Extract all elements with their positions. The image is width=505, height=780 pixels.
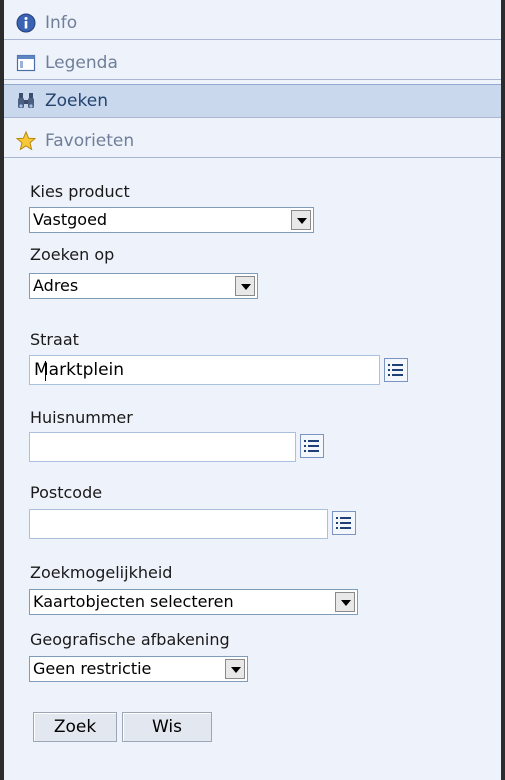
tab-zoeken[interactable]: Zoeken [4, 84, 501, 118]
housenumber-label: Huisnummer [30, 408, 133, 427]
product-label: Kies product [30, 182, 130, 201]
product-select[interactable]: Vastgoed [29, 207, 314, 233]
search-on-select-value: Adres [33, 276, 79, 295]
postcode-input[interactable] [29, 509, 328, 539]
street-input-value: Marktplein [34, 360, 125, 380]
clear-button[interactable]: Wis [122, 712, 212, 742]
geo-label: Geografische afbakening [30, 630, 230, 649]
search-button[interactable]: Zoek [33, 712, 117, 742]
postcode-list-button[interactable] [332, 511, 356, 535]
tab-info[interactable]: Info [4, 6, 501, 40]
search-option-select[interactable]: Kaartobjecten selecteren [29, 589, 358, 615]
search-on-select[interactable]: Adres [29, 273, 258, 299]
street-input[interactable]: Marktplein [29, 355, 380, 385]
list-icon [388, 364, 403, 376]
right-frame-border [501, 0, 505, 780]
search-on-label: Zoeken op [30, 245, 115, 264]
text-caret [45, 361, 46, 381]
street-label: Straat [30, 330, 79, 349]
chevron-down-icon[interactable] [235, 276, 255, 296]
binoculars-icon [18, 93, 34, 108]
product-select-value: Vastgoed [33, 210, 108, 229]
postcode-label: Postcode [30, 483, 103, 502]
geo-select[interactable]: Geen restrictie [29, 656, 248, 682]
geo-select-value: Geen restrictie [33, 659, 152, 678]
tab-favorieten-label: Favorieten [45, 130, 135, 151]
tab-info-label: Info [45, 12, 78, 33]
housenumber-input[interactable] [29, 432, 296, 462]
search-option-select-value: Kaartobjecten selecteren [33, 592, 234, 611]
list-icon [336, 517, 351, 529]
legend-icon [16, 54, 36, 71]
star-icon [16, 130, 36, 150]
chevron-down-icon[interactable] [291, 210, 311, 230]
tab-legenda[interactable]: Legenda [4, 46, 501, 80]
housenumber-list-button[interactable] [300, 434, 324, 458]
info-icon [16, 13, 36, 32]
street-list-button[interactable] [384, 358, 408, 382]
search-option-label: Zoekmogelijkheid [30, 563, 173, 582]
list-icon [304, 440, 319, 452]
chevron-down-icon[interactable] [225, 659, 245, 679]
chevron-down-icon[interactable] [335, 592, 355, 612]
tab-zoeken-label: Zoeken [45, 91, 108, 111]
tab-legenda-label: Legenda [45, 52, 118, 73]
tab-favorieten[interactable]: Favorieten [4, 124, 501, 158]
